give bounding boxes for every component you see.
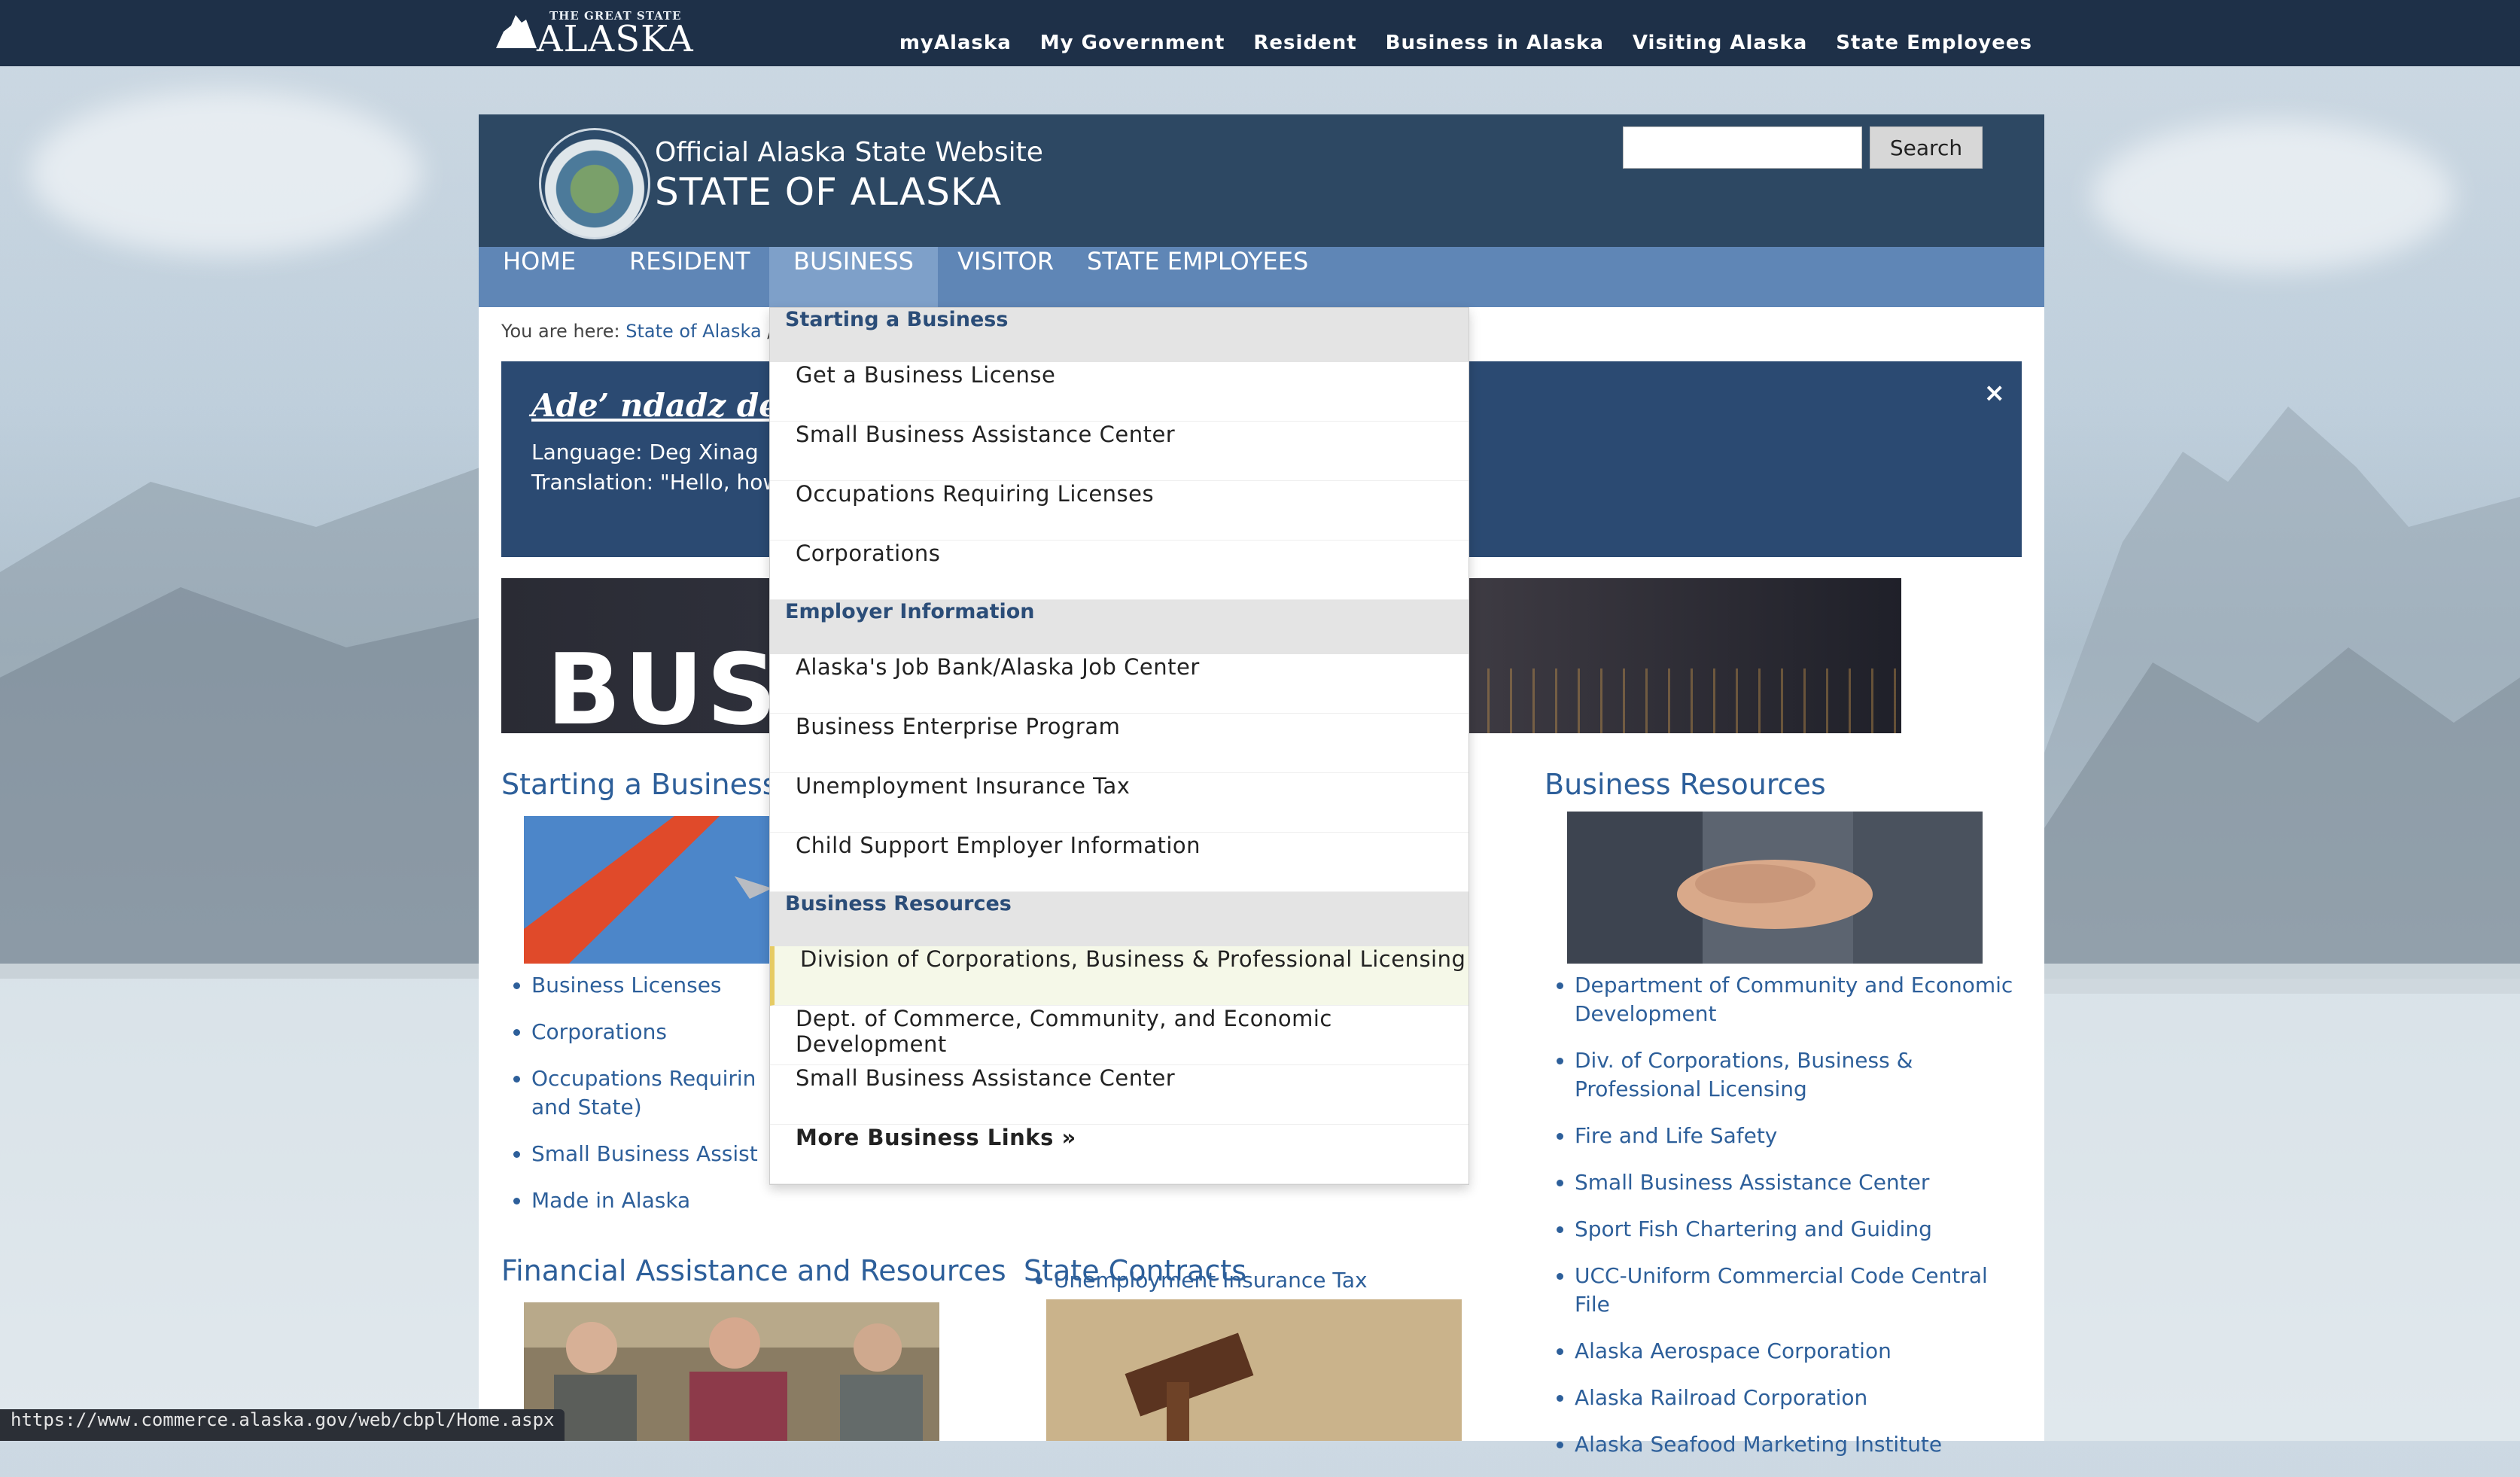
topnav-business-in-alaska[interactable]: Business in Alaska xyxy=(1386,32,1604,54)
search-button[interactable]: Search xyxy=(1870,126,1983,169)
financial-meeting-image xyxy=(524,1302,939,1441)
link-small-business[interactable]: Small Business Assist xyxy=(531,1141,758,1166)
list-item[interactable]: Alaska Aerospace Corporation xyxy=(1575,1337,2026,1366)
nav-visitor[interactable]: VISITOR xyxy=(933,247,1078,307)
menu-item-job-bank[interactable]: Alaska's Job Bank/Alaska Job Center xyxy=(770,654,1468,714)
list-item[interactable]: Made in Alaska xyxy=(531,1186,817,1215)
menu-item-small-business-center-2[interactable]: Small Business Assistance Center xyxy=(770,1065,1468,1125)
list-item[interactable]: Div. of Corporations, Business & Profess… xyxy=(1575,1046,2026,1104)
menu-item-occupations-licenses[interactable]: Occupations Requiring Licenses xyxy=(770,481,1468,541)
link-seafood[interactable]: Alaska Seafood Marketing Institute xyxy=(1575,1432,1942,1457)
link-dept-community-economic[interactable]: Department of Community and Economic Dev… xyxy=(1575,973,2013,1026)
business-dropdown-menu: Starting a Business Get a Business Licen… xyxy=(769,307,1469,1185)
list-item[interactable]: Alaska Railroad Corporation xyxy=(1575,1384,2026,1412)
search-input[interactable] xyxy=(1623,126,1862,169)
topnav-my-government[interactable]: My Government xyxy=(1040,32,1225,54)
list-item[interactable]: Small Business Assistance Center xyxy=(1575,1168,2026,1197)
close-icon[interactable]: × xyxy=(1984,378,2006,408)
bear-icon xyxy=(496,15,537,48)
link-occupations-cont[interactable]: and State) xyxy=(531,1095,642,1119)
menu-item-division-corporations[interactable]: Division of Corporations, Business & Pro… xyxy=(770,946,1468,1006)
handshake-image xyxy=(1567,812,1983,964)
menu-item-business-enterprise[interactable]: Business Enterprise Program xyxy=(770,714,1468,773)
dropdown-heading-employer[interactable]: Employer Information xyxy=(770,600,1468,654)
section-title-contracts[interactable]: State Contracts xyxy=(1024,1254,1246,1287)
top-bar: THE GREAT STATE ALASKA myAlaska My Gover… xyxy=(0,0,2520,66)
section-title-financial[interactable]: Financial Assistance and Resources xyxy=(501,1254,1006,1287)
link-made-in-alaska[interactable]: Made in Alaska xyxy=(531,1188,690,1213)
alert-language: Language: Deg Xinag xyxy=(531,440,759,464)
topnav-state-employees[interactable]: State Employees xyxy=(1836,32,2032,54)
menu-item-dept-commerce[interactable]: Dept. of Commerce, Community, and Econom… xyxy=(770,1006,1468,1065)
top-nav: myAlaska My Government Resident Business… xyxy=(899,32,2032,54)
nav-business[interactable]: BUSINESS xyxy=(769,247,938,307)
nav-resident[interactable]: RESIDENT xyxy=(605,247,775,307)
link-business-licenses[interactable]: Business Licenses xyxy=(531,973,722,997)
nav-state-employees[interactable]: STATE EMPLOYEES xyxy=(1063,247,1332,307)
list-item[interactable]: UCC-Uniform Commercial Code Central File xyxy=(1575,1262,2026,1319)
link-sport-fish[interactable]: Sport Fish Chartering and Guiding xyxy=(1575,1217,1932,1241)
official-site-label: Official Alaska State Website xyxy=(655,137,1043,168)
site-header: Official Alaska State Website STATE OF A… xyxy=(479,114,2044,247)
link-fire-life-safety[interactable]: Fire and Life Safety xyxy=(1575,1123,1777,1148)
link-div-corporations[interactable]: Div. of Corporations, Business & Profess… xyxy=(1575,1048,1913,1101)
link-small-business-center[interactable]: Small Business Assistance Center xyxy=(1575,1170,1929,1195)
topnav-visiting-alaska[interactable]: Visiting Alaska xyxy=(1633,32,1807,54)
alert-translation: Translation: "Hello, how xyxy=(531,470,781,495)
alaska-logo[interactable]: THE GREAT STATE ALASKA xyxy=(493,5,704,60)
city-lights-decoration xyxy=(1465,668,1901,733)
resources-links: Department of Community and Economic Dev… xyxy=(1551,971,2026,1477)
list-item[interactable]: Sport Fish Chartering and Guiding xyxy=(1575,1215,2026,1244)
main-nav: HOME RESIDENT BUSINESS VISITOR STATE EMP… xyxy=(479,247,2044,307)
breadcrumb: You are here: State of Alaska / B xyxy=(501,321,791,342)
link-corporations[interactable]: Corporations xyxy=(531,1019,667,1044)
main-panel: Official Alaska State Website STATE OF A… xyxy=(479,114,2044,1457)
breadcrumb-link-state[interactable]: State of Alaska xyxy=(625,321,761,342)
menu-item-more-business-links[interactable]: More Business Links » xyxy=(770,1125,1468,1184)
dropdown-heading-resources[interactable]: Business Resources xyxy=(770,892,1468,946)
menu-item-corporations[interactable]: Corporations xyxy=(770,541,1468,600)
section-title-resources[interactable]: Business Resources xyxy=(1545,768,1826,801)
menu-item-get-business-license[interactable]: Get a Business License xyxy=(770,362,1468,422)
nav-home[interactable]: HOME xyxy=(479,247,600,307)
topnav-myalaska[interactable]: myAlaska xyxy=(899,32,1012,54)
breadcrumb-prefix: You are here: xyxy=(501,321,620,342)
logo-big-text: ALASKA xyxy=(537,18,694,60)
menu-item-unemployment-tax[interactable]: Unemployment Insurance Tax xyxy=(770,773,1468,833)
topnav-resident[interactable]: Resident xyxy=(1253,32,1356,54)
link-aerospace[interactable]: Alaska Aerospace Corporation xyxy=(1575,1338,1892,1363)
menu-item-small-business-center[interactable]: Small Business Assistance Center xyxy=(770,422,1468,481)
contract-gavel-image xyxy=(1046,1299,1462,1441)
link-occupations[interactable]: Occupations Requirin xyxy=(531,1066,756,1091)
link-ucc[interactable]: UCC-Uniform Commercial Code Central File xyxy=(1575,1263,1988,1317)
state-seal-icon[interactable] xyxy=(539,128,650,239)
list-item[interactable]: Alaska Seafood Marketing Institute xyxy=(1575,1430,2026,1459)
state-name-title[interactable]: STATE OF ALASKA xyxy=(655,170,1002,214)
dropdown-heading-starting[interactable]: Starting a Business xyxy=(770,308,1468,362)
list-item[interactable]: Fire and Life Safety xyxy=(1575,1122,2026,1150)
status-bar-url: https://www.commerce.alaska.gov/web/cbpl… xyxy=(0,1409,565,1441)
alert-title[interactable]: Ade’ ndadz den xyxy=(531,387,802,424)
link-railroad[interactable]: Alaska Railroad Corporation xyxy=(1575,1385,1867,1410)
menu-item-child-support[interactable]: Child Support Employer Information xyxy=(770,833,1468,892)
list-item[interactable]: Department of Community and Economic Dev… xyxy=(1575,971,2026,1028)
section-title-starting[interactable]: Starting a Business xyxy=(501,768,778,801)
